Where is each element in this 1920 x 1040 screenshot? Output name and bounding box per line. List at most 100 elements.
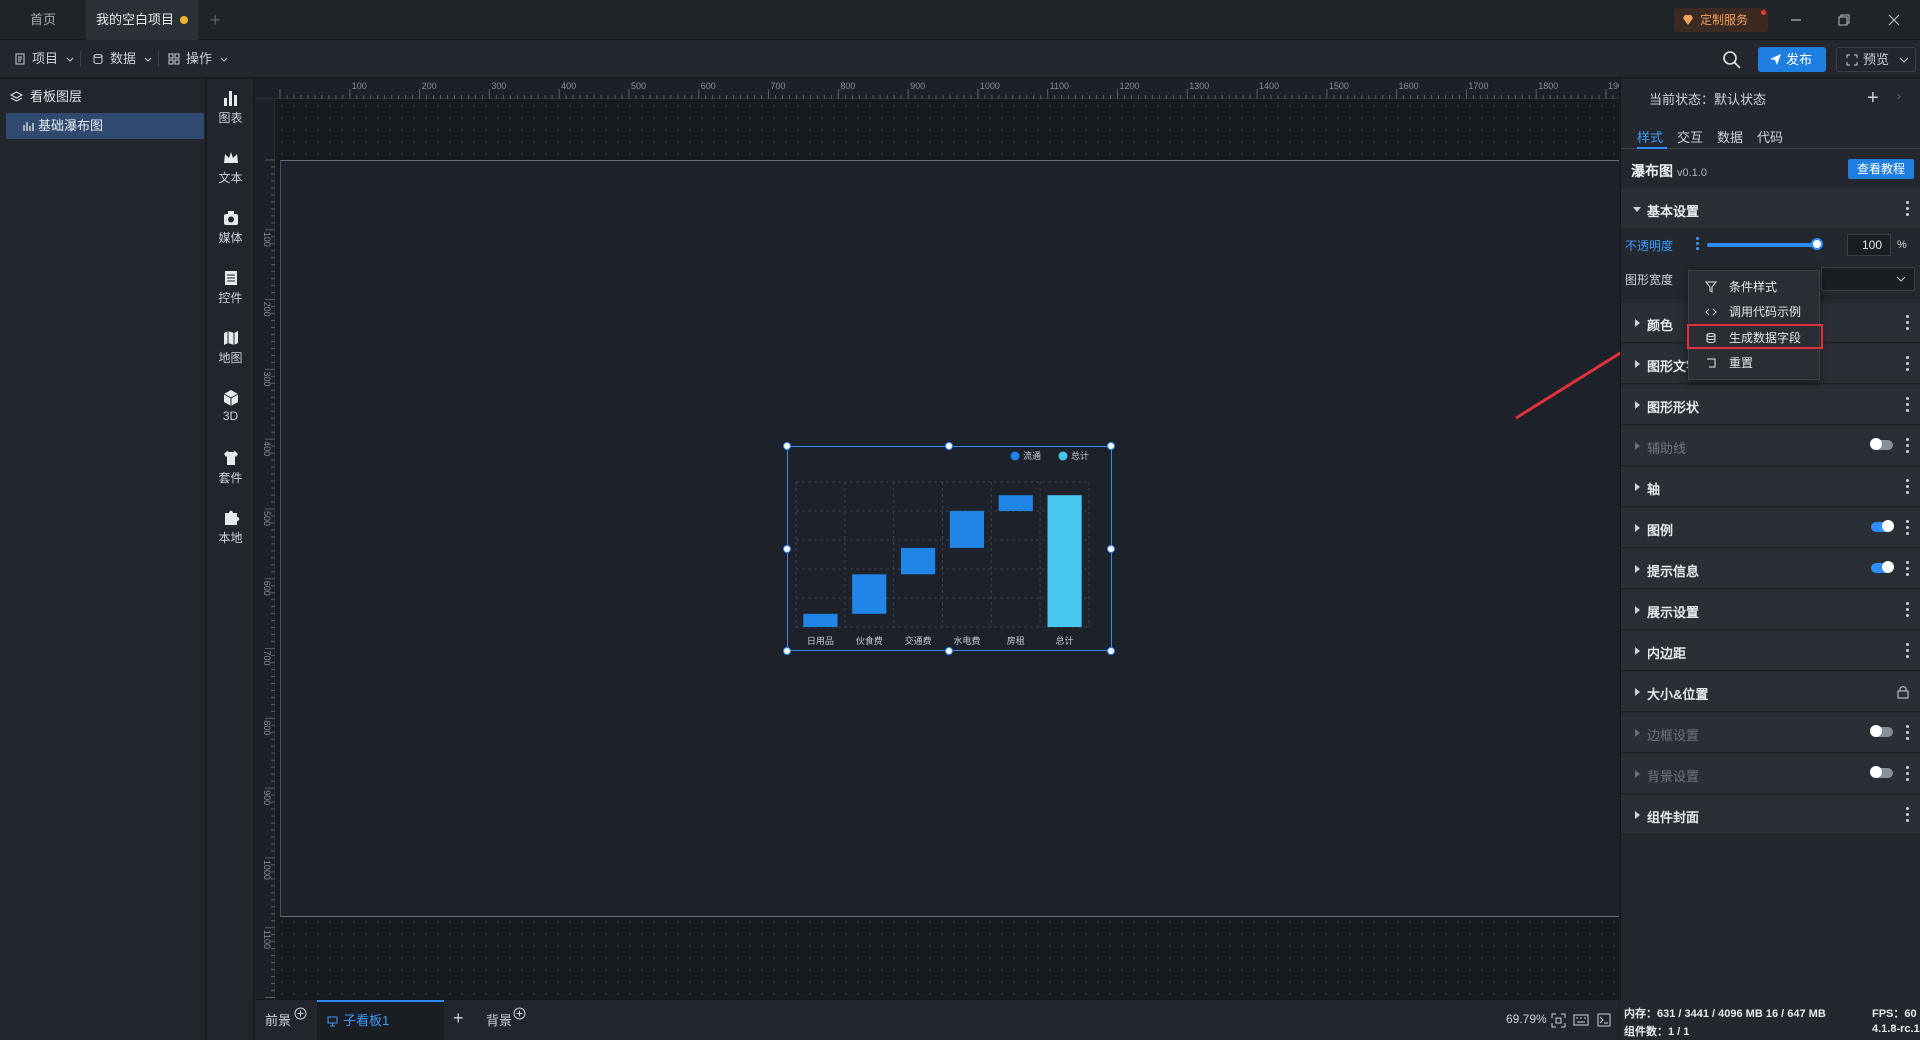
add-state-button[interactable]: + xyxy=(1867,87,1879,110)
section-component-cover[interactable]: 组件封面 xyxy=(1621,795,1920,835)
section-background-settings[interactable]: 背景设置 xyxy=(1621,754,1920,794)
component-title: 瀑布图 v0.1.0 xyxy=(1631,161,1707,181)
width-select[interactable] xyxy=(1821,267,1915,291)
more-icon[interactable] xyxy=(1905,766,1909,782)
section-title: 颜色 xyxy=(1647,318,1674,333)
component-media[interactable]: 媒体 xyxy=(207,205,254,251)
keyboard-icon[interactable] xyxy=(1573,1014,1589,1026)
section-axis[interactable]: 轴 xyxy=(1621,467,1920,507)
ruler-top[interactable]: 100 200 300 400 500 600 700 800 900 1000 1100 1200 1… xyxy=(255,79,1619,99)
more-icon[interactable] xyxy=(1905,397,1909,413)
section-toggle[interactable] xyxy=(1870,725,1893,737)
section-toggle[interactable] xyxy=(1870,438,1893,450)
menu-item-code-example[interactable]: 调用代码示例 xyxy=(1689,300,1821,325)
lock-icon[interactable] xyxy=(1897,685,1909,699)
more-icon[interactable] xyxy=(1905,725,1909,741)
resize-handle-bl[interactable] xyxy=(783,647,791,655)
search-icon[interactable] xyxy=(1720,48,1744,72)
resize-handle-t[interactable] xyxy=(945,442,953,450)
section-border-settings[interactable]: 边框设置 xyxy=(1621,713,1920,753)
component-text[interactable]: 文本 xyxy=(207,145,254,191)
section-shape-form[interactable]: 图形形状 xyxy=(1621,385,1920,425)
section-toggle[interactable] xyxy=(1871,520,1894,532)
foreground-tab[interactable]: 前景 xyxy=(265,1012,291,1030)
more-icon[interactable] xyxy=(1905,561,1909,577)
ruler-label: 500 xyxy=(262,511,272,526)
menu-data-label: 数据 xyxy=(110,51,137,66)
section-tooltip[interactable]: 提示信息 xyxy=(1621,549,1920,589)
more-icon[interactable] xyxy=(1905,520,1909,536)
section-legend[interactable]: 图例 xyxy=(1621,508,1920,548)
restore-button[interactable] xyxy=(1824,0,1864,40)
tab-home[interactable]: 首页 xyxy=(12,0,74,40)
current-state[interactable]: 当前状态：默认状态 xyxy=(1649,89,1766,108)
menu-project-label: 项目 xyxy=(32,51,59,66)
component-local[interactable]: 本地 xyxy=(207,505,254,551)
more-icon[interactable] xyxy=(1905,602,1909,618)
opacity-slider[interactable] xyxy=(1707,243,1817,247)
section-guide-line[interactable]: 辅助线 xyxy=(1621,426,1920,466)
add-tab-button[interactable]: + xyxy=(210,0,221,40)
component-map[interactable]: 地图 xyxy=(207,325,254,371)
component-count: 组件数：1 / 1 xyxy=(1624,1026,1690,1038)
minimize-button[interactable] xyxy=(1776,0,1816,40)
component-suite[interactable]: 套件 xyxy=(207,445,254,491)
menu-operate[interactable]: 操作 xyxy=(168,48,228,70)
divider xyxy=(158,51,159,67)
section-padding[interactable]: 内边距 xyxy=(1621,631,1920,671)
section-size-position[interactable]: 大小&位置 xyxy=(1621,672,1920,712)
grid-icon xyxy=(168,53,180,65)
resize-handle-br[interactable] xyxy=(1107,647,1115,655)
terminal-icon[interactable] xyxy=(1597,1013,1611,1027)
database-icon xyxy=(93,54,103,64)
section-basic-settings[interactable]: 基本设置 xyxy=(1621,189,1920,229)
component-control[interactable]: 控件 xyxy=(207,265,254,311)
menu-item-reset[interactable]: 重置 xyxy=(1689,351,1821,376)
layer-item[interactable]: 基础瀑布图 xyxy=(6,113,204,139)
tab-code[interactable]: 代码 xyxy=(1757,127,1783,146)
background-tab[interactable]: 背景 xyxy=(486,1012,512,1030)
component-3d[interactable]: 3D xyxy=(207,385,254,431)
add-foreground-icon[interactable] xyxy=(294,1007,307,1020)
more-icon[interactable] xyxy=(1905,643,1909,659)
resize-handle-tr[interactable] xyxy=(1107,442,1115,450)
section-toggle[interactable] xyxy=(1871,561,1894,573)
resize-handle-l[interactable] xyxy=(783,545,791,553)
waterfall-chart[interactable]: 日用品 伙食费 交通费 水电费 房租 总计 流通 总计 xyxy=(787,446,1112,651)
menu-data[interactable]: 数据 xyxy=(92,48,152,70)
resize-handle-r[interactable] xyxy=(1107,545,1115,553)
menu-item-generate-data-field[interactable]: 生成数据字段 xyxy=(1687,324,1823,349)
opacity-input[interactable]: 100 xyxy=(1847,234,1891,256)
tab-interaction[interactable]: 交互 xyxy=(1677,127,1703,146)
close-button[interactable] xyxy=(1874,0,1914,40)
more-icon[interactable] xyxy=(1905,438,1909,454)
preview-button[interactable]: 预览 xyxy=(1836,47,1916,72)
more-icon[interactable] xyxy=(1905,479,1909,495)
resize-handle-tl[interactable] xyxy=(783,442,791,450)
add-board-button[interactable]: + xyxy=(453,1009,464,1027)
section-toggle[interactable] xyxy=(1870,766,1893,778)
resize-handle-b[interactable] xyxy=(945,647,953,655)
custom-service-button[interactable]: 定制服务 xyxy=(1674,8,1768,32)
ruler-left[interactable]: 100 200 300 400 500 600 700 800 900 1000 1100 xyxy=(255,99,275,999)
more-icon[interactable] xyxy=(1905,315,1909,331)
publish-button[interactable]: 发布 xyxy=(1758,47,1826,72)
fit-screen-icon[interactable] xyxy=(1551,1013,1566,1028)
more-icon[interactable] xyxy=(1905,356,1909,372)
chevron-right-icon[interactable]: › xyxy=(1897,89,1901,103)
more-icon[interactable] xyxy=(1905,807,1909,823)
component-chart[interactable]: 图表 xyxy=(207,85,254,131)
tab-project[interactable]: 我的空白项目 xyxy=(86,0,198,40)
zoom-level[interactable]: 69.79% xyxy=(1506,1012,1547,1026)
section-display-settings[interactable]: 展示设置 xyxy=(1621,590,1920,630)
add-background-icon[interactable] xyxy=(513,1007,526,1020)
menu-item-conditional-style[interactable]: 条件样式 xyxy=(1689,275,1821,300)
more-icon[interactable] xyxy=(1905,201,1909,217)
tab-data[interactable]: 数据 xyxy=(1717,127,1743,146)
tutorial-button[interactable]: 查看教程 xyxy=(1848,159,1914,179)
subboard-tab[interactable]: 子看板1 xyxy=(317,1000,444,1040)
opacity-more-icon[interactable] xyxy=(1695,237,1699,253)
opacity-slider-thumb[interactable] xyxy=(1811,238,1823,250)
tab-style[interactable]: 样式 xyxy=(1637,127,1663,146)
menu-project[interactable]: 项目 xyxy=(14,48,74,70)
